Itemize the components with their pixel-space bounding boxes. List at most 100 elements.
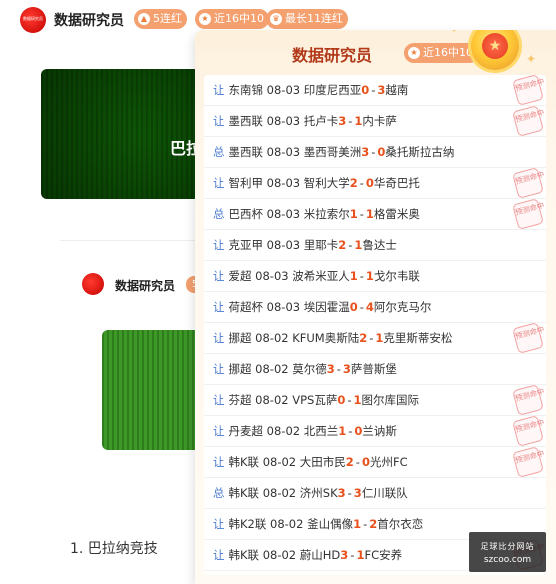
match-date: 08-03 xyxy=(266,114,301,128)
away-score: 0 xyxy=(361,455,370,469)
watermark-line: 足球比分网站 xyxy=(480,542,535,551)
score-separator: - xyxy=(359,207,364,221)
score-separator: - xyxy=(355,455,360,469)
match-date: 08-02 xyxy=(255,331,289,345)
avatar[interactable]: 数据研究员 xyxy=(20,7,46,33)
longest-streak-badge: ♛ 最长11连红 xyxy=(266,9,348,29)
home-score: 2 xyxy=(345,455,354,469)
home-team: 波希米亚人 xyxy=(292,269,350,283)
hit-rate-badge-label: 近16中10 xyxy=(423,46,473,59)
score-separator: - xyxy=(363,517,368,531)
home-score: 0 xyxy=(349,300,358,314)
prediction-type: 总 xyxy=(213,486,225,500)
match-date: 08-03 xyxy=(266,176,301,190)
away-score: 3 xyxy=(353,486,362,500)
score-separator: - xyxy=(359,269,364,283)
score-separator: - xyxy=(359,176,364,190)
prediction-type: 让 xyxy=(213,424,225,438)
hit-stamp: 预测命中 xyxy=(512,167,545,199)
away-score: 1 xyxy=(353,393,362,407)
away-team: 越南 xyxy=(385,83,409,97)
list-item[interactable]: 让爱超 08-03 波希米亚人1-1戈尔韦联 xyxy=(204,261,546,292)
hit-stamp: 预测命中 xyxy=(512,198,545,230)
medal-icon: ★ xyxy=(471,30,519,70)
list-item[interactable]: 让丹麦超 08-02 北西兰1-0兰讷斯 预测命中 xyxy=(204,415,546,447)
list-item[interactable]: 让韩K联 08-02 大田市民2-0光州FC 预测命中 xyxy=(204,446,546,478)
league-name: 爱超 xyxy=(228,269,252,283)
list-item[interactable]: 让智利甲 08-03 智利大学2-0华奇巴托 预测命中 xyxy=(204,167,546,199)
prediction-type: 让 xyxy=(213,455,225,469)
league-name: 韩K联 xyxy=(228,455,260,469)
prediction-type: 总 xyxy=(213,145,225,159)
avatar-text: 数据研究员 xyxy=(23,16,43,21)
watermark: 足球比分网站 szcoo.com xyxy=(469,532,546,572)
home-score: 1 xyxy=(349,269,358,283)
score-separator: - xyxy=(371,145,376,159)
list-item[interactable]: 让荷超杯 08-03 埃因霍温0-4阿尔克马尔 xyxy=(204,292,546,323)
list-item[interactable]: 让墨西联 08-03 托卢卡3-1内卡萨 预测命中 xyxy=(204,105,546,137)
star-icon: ★ xyxy=(482,33,508,59)
home-team: KFUM奥斯陆 xyxy=(292,331,360,345)
hit-rate-badge: ★ 近16中10 xyxy=(404,43,479,63)
hit-stamp: 预测命中 xyxy=(512,415,545,447)
avatar[interactable] xyxy=(82,273,104,295)
league-name: 丹麦超 xyxy=(228,424,264,438)
away-team: 格雷米奥 xyxy=(373,207,420,221)
prediction-list: 让东南锦 08-03 印度尼西亚0-3越南 预测命中让墨西联 08-03 托卢卡3… xyxy=(204,74,546,575)
list-item[interactable]: 让挪超 08-02 KFUM奥斯陆2-1克里斯蒂安松 预测命中 xyxy=(204,322,546,354)
league-name: 韩K联 xyxy=(228,486,260,500)
list-item[interactable]: 1. 巴拉纳竞技 xyxy=(70,538,158,558)
prediction-type: 让 xyxy=(213,517,225,531)
away-team: 华奇巴托 xyxy=(373,176,420,190)
popup-title: 数据研究员 xyxy=(292,46,373,65)
prediction-type: 让 xyxy=(213,300,225,314)
author-name[interactable]: 数据研究员 xyxy=(115,277,175,294)
list-item[interactable]: 让克亚甲 08-03 里耶卡2-1鲁达士 xyxy=(204,230,546,261)
home-score: 2 xyxy=(338,238,347,252)
prediction-type: 让 xyxy=(213,238,225,252)
list-item[interactable]: 让东南锦 08-03 印度尼西亚0-3越南 预测命中 xyxy=(204,74,546,106)
away-team: 戈尔韦联 xyxy=(373,269,420,283)
away-team: 桑托斯拉古纳 xyxy=(385,145,455,159)
list-item[interactable]: 总墨西联 08-03 墨西哥美洲3-0桑托斯拉古纳 xyxy=(204,137,546,168)
league-name: 巴西杯 xyxy=(228,207,264,221)
league-name: 智利甲 xyxy=(228,176,264,190)
home-team: 蔚山HD xyxy=(299,548,341,562)
flame-icon: ▲ xyxy=(138,13,150,25)
score-separator: - xyxy=(350,548,355,562)
home-score: 0 xyxy=(337,393,346,407)
longest-streak-badge-label: 最长11连红 xyxy=(285,12,343,25)
match-date: 08-02 xyxy=(262,486,297,500)
league-name: 东南锦 xyxy=(228,83,264,97)
score-separator: - xyxy=(348,114,353,128)
list-item[interactable]: 总韩K联 08-02 济州SK3-3仁川联队 xyxy=(204,478,546,509)
author-name[interactable]: 数据研究员 xyxy=(54,10,124,30)
away-team: 鲁达士 xyxy=(362,238,397,252)
away-score: 4 xyxy=(365,300,374,314)
prediction-type: 让 xyxy=(213,548,225,562)
match-date: 08-02 xyxy=(262,548,297,562)
home-team: 印度尼西亚 xyxy=(303,83,362,97)
home-team: 大田市民 xyxy=(299,455,346,469)
score-separator: - xyxy=(348,424,353,438)
league-name: 挪超 xyxy=(228,362,252,376)
away-score: 1 xyxy=(365,207,374,221)
score-separator: - xyxy=(347,486,352,500)
match-date: 08-02 xyxy=(270,517,304,531)
watermark-line: szcoo.com xyxy=(483,555,532,565)
home-team: 墨西哥美洲 xyxy=(303,145,362,159)
prediction-type: 让 xyxy=(213,362,225,376)
home-team: 济州SK xyxy=(299,486,338,500)
prediction-type: 让 xyxy=(213,393,225,407)
home-score: 3 xyxy=(326,362,335,376)
home-team: VPS瓦萨 xyxy=(292,393,338,407)
hit-rate-badge[interactable]: ★ 近16中10 xyxy=(195,9,269,29)
list-item[interactable]: 让挪超 08-02 莫尔德3-3萨普斯堡 xyxy=(204,354,546,385)
league-name: 韩K2联 xyxy=(228,517,267,531)
away-team: 阿尔克马尔 xyxy=(373,300,432,314)
list-item[interactable]: 总巴西杯 08-03 米拉索尔1-1格雷米奥 预测命中 xyxy=(204,198,546,230)
home-score: 1 xyxy=(353,517,362,531)
list-item[interactable]: 让芬超 08-02 VPS瓦萨0-1图尔库国际 预测命中 xyxy=(204,384,546,416)
match-date: 08-02 xyxy=(262,455,297,469)
home-team: 米拉索尔 xyxy=(303,207,350,221)
